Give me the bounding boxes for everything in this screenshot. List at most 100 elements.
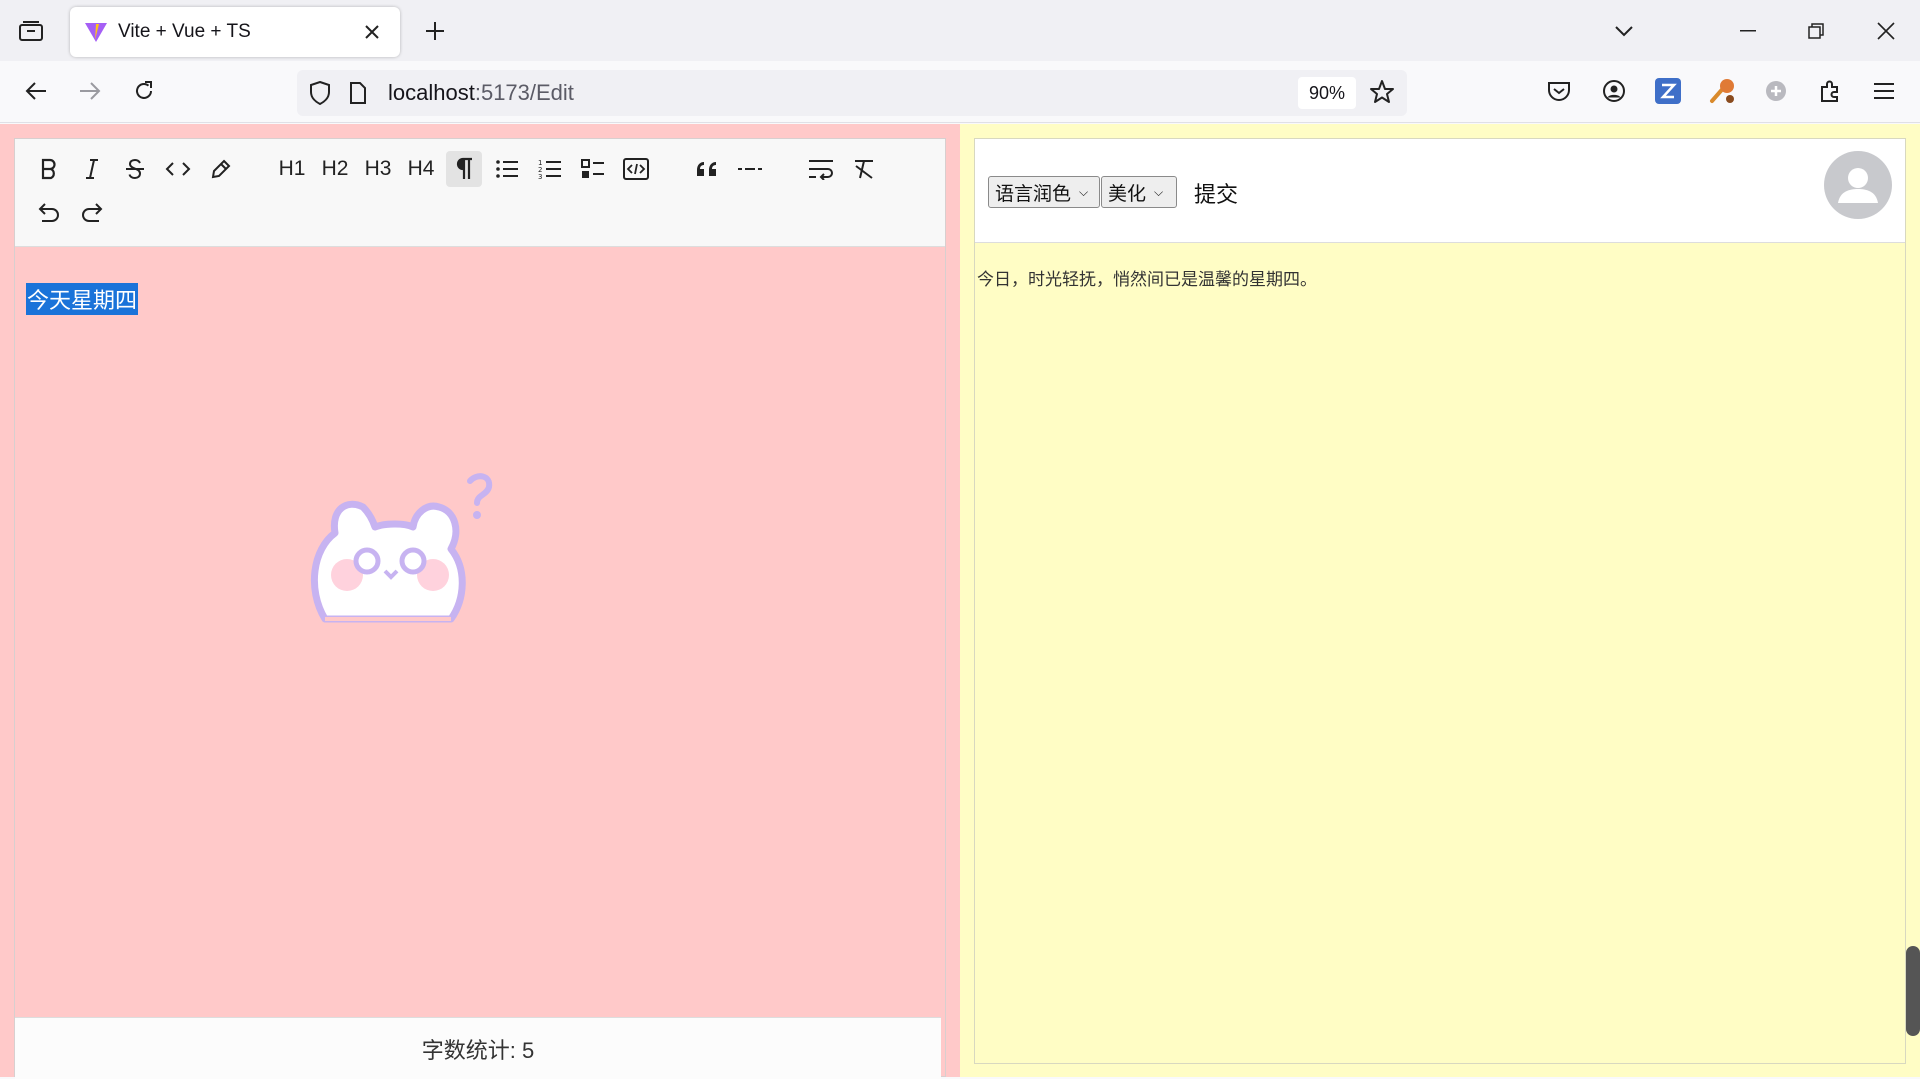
page-icon[interactable] <box>349 82 367 104</box>
cute-bunny-mascot-icon <box>310 473 493 623</box>
bullet-list-icon <box>496 160 518 178</box>
strikethrough-button[interactable] <box>117 151 153 187</box>
style-value: 美化 <box>1108 183 1147 205</box>
undo-button[interactable] <box>31 194 67 230</box>
plus-icon <box>426 22 444 40</box>
arrow-left-icon <box>25 82 46 100</box>
scrollbar-thumb[interactable] <box>1906 946 1920 1036</box>
ordered-list-icon: 123 <box>538 159 561 180</box>
preview-pane: 语言润色 ⌵ 美化 ⌵ 提交 今日，时光轻抚，悄然间已是温馨的星期四。 <box>974 138 1906 1064</box>
italic-button[interactable] <box>74 151 110 187</box>
reload-icon <box>136 81 152 99</box>
marker-pen-icon <box>211 159 231 179</box>
word-count-footer: 字数统计: 5 <box>15 1017 941 1079</box>
paragraph-button[interactable] <box>446 151 482 187</box>
redo-icon <box>82 203 103 222</box>
reload-button[interactable] <box>124 71 164 111</box>
task-list-button[interactable] <box>575 151 611 187</box>
pocket-button[interactable] <box>1540 72 1578 110</box>
bookmark-star-icon[interactable] <box>1369 79 1395 105</box>
style-select[interactable]: 美化 ⌵ <box>1101 176 1177 208</box>
close-window-button[interactable] <box>1852 0 1920 61</box>
zotero-icon <box>1655 78 1681 104</box>
tab-list-button[interactable] <box>14 14 48 48</box>
new-tab-button[interactable] <box>418 14 452 48</box>
avatar[interactable] <box>1824 151 1892 219</box>
pilcrow-icon <box>456 157 472 179</box>
account-icon <box>1603 80 1625 102</box>
tab-list-icon <box>19 21 43 41</box>
heading2-button[interactable]: H2 <box>317 151 353 187</box>
redo-button[interactable] <box>74 194 110 230</box>
close-icon <box>1877 21 1895 40</box>
hamburger-menu-icon <box>1874 83 1894 99</box>
extension-grey-button[interactable] <box>1757 72 1795 110</box>
italic-icon <box>86 159 98 179</box>
extensions-button[interactable] <box>1811 72 1849 110</box>
forward-button[interactable] <box>70 71 110 111</box>
extension-translate-button[interactable] <box>1703 72 1741 110</box>
shield-icon[interactable] <box>309 81 331 105</box>
zoom-indicator[interactable]: 90% <box>1298 77 1357 109</box>
chevron-down-icon: ⌵ <box>1154 184 1164 199</box>
tab-title: Vite + Vue + TS <box>118 21 251 42</box>
pocket-icon <box>1548 82 1570 101</box>
address-bar[interactable]: localhost:5173/Edit 90% <box>297 70 1407 116</box>
active-tab[interactable]: Vite + Vue + TS <box>70 7 400 57</box>
extension-zotero-button[interactable] <box>1649 72 1687 110</box>
task-list-icon <box>581 159 604 178</box>
undo-icon <box>38 203 59 222</box>
puzzle-grey-icon <box>1766 81 1786 101</box>
user-avatar-icon <box>1838 168 1878 203</box>
url-path: :5173/Edit <box>474 80 574 105</box>
code-block-icon <box>623 158 649 180</box>
url-text[interactable]: localhost:5173/Edit <box>388 80 574 106</box>
code-block-button[interactable] <box>618 151 654 187</box>
page-viewport: H1 H2 H3 H4 123 今天星期四 字数统计: 5 语言润色 ⌵ 美化 … <box>0 124 1920 1079</box>
strikethrough-icon <box>126 158 144 180</box>
polished-output-text: 今日，时光轻抚，悄然间已是温馨的星期四。 <box>977 270 1317 290</box>
ordered-list-button[interactable]: 123 <box>532 151 568 187</box>
account-button[interactable] <box>1595 72 1633 110</box>
navigation-bar: localhost:5173/Edit 90% <box>0 61 1920 123</box>
submit-button[interactable]: 提交 <box>1194 177 1238 209</box>
back-button[interactable] <box>16 71 56 111</box>
highlight-button[interactable] <box>203 151 239 187</box>
inline-code-button[interactable] <box>160 151 196 187</box>
close-tab-icon[interactable] <box>358 18 386 46</box>
translate-extension-icon <box>1710 79 1734 103</box>
heading3-button[interactable]: H3 <box>360 151 396 187</box>
clear-format-icon <box>855 160 873 179</box>
preview-header: 语言润色 ⌵ 美化 ⌵ 提交 <box>975 139 1905 243</box>
text-wrap-icon <box>809 160 833 180</box>
chevron-down-icon <box>1615 25 1633 36</box>
svg-text:3: 3 <box>538 173 542 180</box>
rich-text-editor: H1 H2 H3 H4 123 今天星期四 字数统计: 5 <box>14 138 946 1079</box>
vite-favicon-icon <box>85 23 107 42</box>
heading4-button[interactable]: H4 <box>403 151 439 187</box>
editor-content-area[interactable]: 今天星期四 <box>15 247 945 1017</box>
chevron-down-icon: ⌵ <box>1079 184 1089 199</box>
horizontal-rule-icon <box>738 168 762 170</box>
restore-button[interactable] <box>1782 0 1850 61</box>
minimize-button[interactable] <box>1714 0 1782 61</box>
polish-mode-value: 语言润色 <box>995 183 1072 205</box>
bold-button[interactable] <box>31 151 67 187</box>
bold-icon <box>41 158 56 180</box>
polish-mode-select[interactable]: 语言润色 ⌵ <box>988 176 1100 208</box>
blockquote-button[interactable] <box>689 151 725 187</box>
tab-overflow-button[interactable] <box>1590 0 1658 61</box>
heading1-button[interactable]: H1 <box>274 151 310 187</box>
horizontal-rule-button[interactable] <box>732 151 768 187</box>
editor-paragraph-selected[interactable]: 今天星期四 <box>26 283 139 315</box>
bullet-list-button[interactable] <box>489 151 525 187</box>
minimize-icon <box>1740 29 1756 31</box>
quote-icon <box>697 162 716 176</box>
clear-format-button[interactable] <box>846 151 882 187</box>
editor-toolbar: H1 H2 H3 H4 123 <box>15 139 945 247</box>
restore-icon <box>1808 22 1824 39</box>
tab-strip: Vite + Vue + TS <box>0 0 1920 61</box>
arrow-right-icon <box>80 82 101 100</box>
menu-button[interactable] <box>1865 72 1903 110</box>
hard-break-button[interactable] <box>803 151 839 187</box>
